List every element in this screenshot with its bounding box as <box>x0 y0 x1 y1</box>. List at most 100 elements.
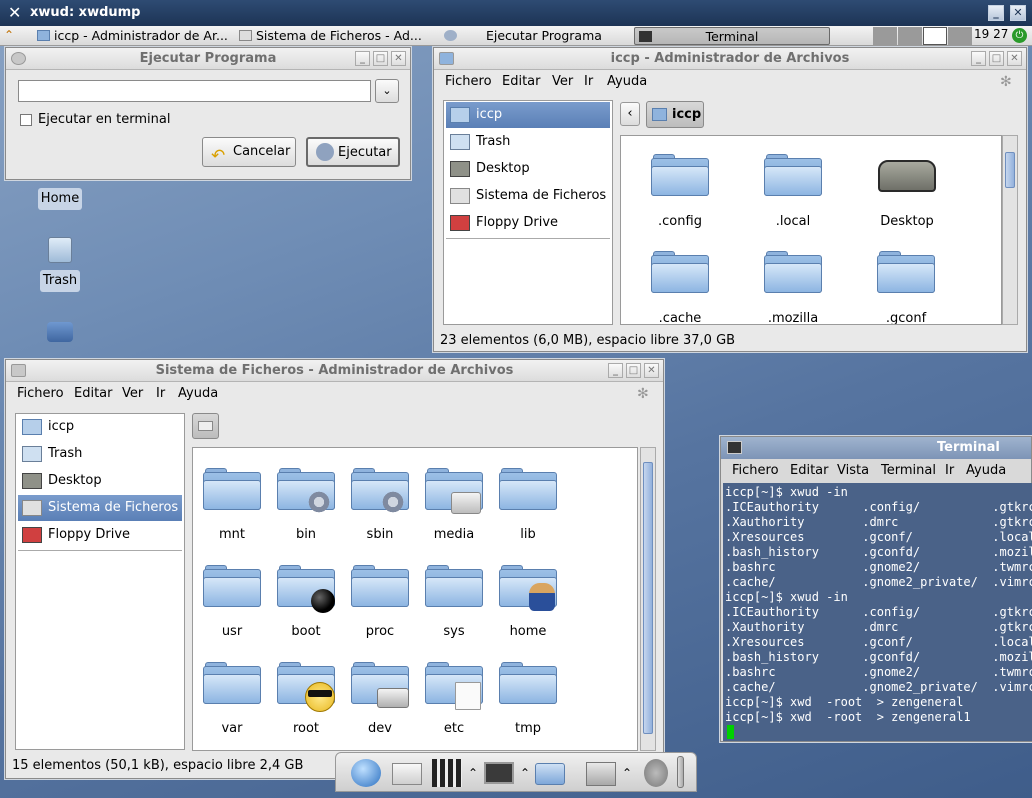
sidebar-item-iccp[interactable]: iccp <box>446 102 610 128</box>
browser-globe-icon[interactable] <box>351 759 381 787</box>
desktop-icon-trash[interactable]: Trash <box>40 270 80 292</box>
folder-icon[interactable] <box>651 251 709 293</box>
sidebar-label: Desktop <box>476 161 530 176</box>
minimize-button[interactable]: _ <box>988 5 1004 21</box>
folder-icon[interactable] <box>499 468 557 510</box>
scrollbar-thumb[interactable] <box>643 462 653 734</box>
sidebar-item-desktop[interactable]: Desktop <box>446 156 610 182</box>
run-button[interactable]: Ejecutar <box>306 137 400 167</box>
menu-fichero[interactable]: Fichero <box>732 463 779 478</box>
launcher-expand-icon[interactable]: ⌃ <box>520 766 530 780</box>
folder-icon[interactable] <box>651 154 709 196</box>
menu-ver[interactable]: Ver <box>122 386 143 401</box>
menu-ayuda[interactable]: Ayuda <box>966 463 1006 478</box>
folder-icon[interactable] <box>425 662 483 710</box>
desktop-icon[interactable] <box>878 160 936 192</box>
folder-icon[interactable] <box>499 565 557 611</box>
terminal-icon[interactable] <box>484 762 514 784</box>
speaker-icon[interactable] <box>644 759 668 787</box>
sidebar-item-trash[interactable]: Trash <box>18 441 182 467</box>
launcher-expand-icon[interactable]: ⌃ <box>468 766 478 780</box>
folder-icon[interactable] <box>351 662 409 708</box>
menu-vista[interactable]: Vista <box>837 463 869 478</box>
close-button[interactable]: ✕ <box>1010 5 1026 21</box>
sidebar-item-filesystem[interactable]: Sistema de Ficheros <box>18 495 182 521</box>
folder-icon[interactable] <box>764 154 822 196</box>
launcher-expand-icon[interactable]: ⌃ <box>622 766 632 780</box>
folder-icon[interactable] <box>499 662 557 704</box>
scrollbar-thumb[interactable] <box>1005 152 1015 188</box>
drive-icon[interactable] <box>47 322 73 342</box>
folder-icon[interactable] <box>203 662 261 704</box>
logout-icon[interactable]: ⏻ <box>1012 28 1027 43</box>
task-sistema[interactable]: Sistema de Ficheros - Ad... <box>236 27 432 45</box>
folder-icon[interactable] <box>877 251 935 293</box>
sidebar-item-iccp[interactable]: iccp <box>18 414 182 440</box>
fm2-scrollbar[interactable] <box>640 447 656 751</box>
menu-ayuda[interactable]: Ayuda <box>178 386 218 401</box>
task-ejecutar[interactable]: Ejecutar Programa <box>436 27 626 45</box>
run-in-terminal-checkbox[interactable] <box>20 114 32 126</box>
task-terminal[interactable]: Terminal <box>634 27 830 45</box>
maximize-button[interactable]: □ <box>626 363 641 378</box>
folder-icon[interactable] <box>277 468 335 514</box>
maximize-button[interactable]: □ <box>373 51 388 66</box>
run-dialog-title: Ejecutar Programa <box>139 51 277 66</box>
menu-arrow-icon[interactable]: ⌃ <box>4 28 14 42</box>
minimize-button[interactable]: _ <box>355 51 370 66</box>
history-dropdown-button[interactable]: ⌄ <box>375 79 399 103</box>
close-button[interactable]: ✕ <box>391 51 406 66</box>
folder-icon[interactable] <box>425 468 483 514</box>
sidebar-item-floppy[interactable]: Floppy Drive <box>446 210 610 236</box>
folder-search-icon[interactable] <box>535 763 565 785</box>
folder-icon[interactable] <box>764 251 822 293</box>
close-button[interactable]: ✕ <box>644 363 659 378</box>
menu-editar[interactable]: Editar <box>790 463 829 478</box>
terminal-screen[interactable]: iccp[~]$ xwud -in .ICEauthority .config/… <box>723 483 1032 741</box>
maximize-button[interactable]: □ <box>989 51 1004 66</box>
desktop-icon-home[interactable]: Home <box>38 188 82 210</box>
video-clapper-icon[interactable] <box>432 759 462 787</box>
sidebar-item-desktop[interactable]: Desktop <box>18 468 182 494</box>
command-input[interactable] <box>18 80 371 102</box>
menu-editar[interactable]: Editar <box>74 386 113 401</box>
menu-ir[interactable]: Ir <box>584 74 593 89</box>
sidebar-item-floppy[interactable]: Floppy Drive <box>18 522 182 548</box>
folder-icon[interactable] <box>351 468 409 514</box>
sidebar-item-filesystem[interactable]: Sistema de Ficheros <box>446 183 610 209</box>
menu-ir[interactable]: Ir <box>156 386 165 401</box>
back-button[interactable]: ‹ <box>620 102 640 126</box>
minimize-button[interactable]: _ <box>971 51 986 66</box>
menu-ir[interactable]: Ir <box>945 463 954 478</box>
fm1-scrollbar[interactable] <box>1002 135 1018 325</box>
menu-fichero[interactable]: Fichero <box>445 74 492 89</box>
menu-fichero[interactable]: Fichero <box>17 386 64 401</box>
folder-icon[interactable] <box>203 565 261 607</box>
run-label: Ejecutar <box>338 145 392 160</box>
folder-icon[interactable] <box>203 468 261 510</box>
fm1-statusbar: 23 elementos (6,0 MB), espacio libre 37,… <box>440 333 736 348</box>
close-button[interactable]: ✕ <box>1007 51 1022 66</box>
trash-icon[interactable] <box>48 237 72 263</box>
dock-handle[interactable] <box>677 756 684 788</box>
folder-icon[interactable] <box>425 565 483 607</box>
trash-dock-icon[interactable] <box>586 762 616 786</box>
folder-icon[interactable] <box>277 565 335 613</box>
folder-icon[interactable] <box>351 565 409 607</box>
path-button-iccp[interactable]: iccp <box>646 101 704 128</box>
menu-editar[interactable]: Editar <box>502 74 541 89</box>
desktop-icon <box>22 473 42 489</box>
file-label: .cache <box>658 311 702 325</box>
minimize-button[interactable]: _ <box>608 363 623 378</box>
mail-icon[interactable] <box>392 763 422 785</box>
path-button-root[interactable] <box>192 413 219 439</box>
menu-terminal[interactable]: Terminal <box>881 463 936 478</box>
task-iccp[interactable]: iccp - Administrador de Ar... <box>34 27 230 45</box>
cancel-button[interactable]: ↶ Cancelar <box>202 137 296 167</box>
workspace-pager[interactable] <box>873 27 973 45</box>
sidebar-item-trash[interactable]: Trash <box>446 129 610 155</box>
menu-ayuda[interactable]: Ayuda <box>607 74 647 89</box>
folder-icon[interactable] <box>277 662 335 712</box>
desktop-icon-label: Home <box>40 191 80 206</box>
menu-ver[interactable]: Ver <box>552 74 573 89</box>
